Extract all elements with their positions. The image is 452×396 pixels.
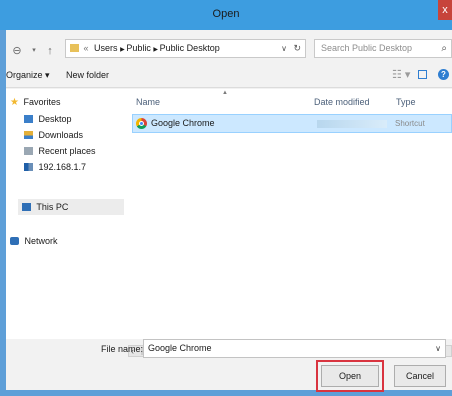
address-bar[interactable]: « Users ▶ Public ▶ Public Desktop ∨ ↻ bbox=[65, 39, 306, 58]
organize-button[interactable]: Organize ▾ bbox=[6, 70, 50, 81]
star-icon: ★ bbox=[10, 97, 19, 108]
navigation-pane: ★ Favorites Desktop Downloads Recent pla… bbox=[6, 89, 124, 339]
breadcrumb-public-desktop[interactable]: Public Desktop bbox=[160, 43, 220, 53]
new-folder-button[interactable]: New folder bbox=[66, 70, 109, 80]
command-toolbar: Organize ▾ New folder ☷ ▾ ? bbox=[6, 66, 452, 88]
file-name-input[interactable]: Google Chrome ∨ bbox=[143, 339, 446, 358]
sidebar-item-network-drive[interactable]: 192.168.1.7 bbox=[24, 162, 86, 172]
file-list: Name ▲ Date modified Type Google Chrome … bbox=[124, 89, 452, 339]
file-name: Google Chrome bbox=[151, 118, 215, 128]
search-icon[interactable]: ⌕ bbox=[441, 40, 447, 57]
column-header-type[interactable]: Type bbox=[396, 97, 416, 107]
column-header-date-modified[interactable]: Date modified bbox=[314, 97, 370, 107]
sidebar-item-label: Network bbox=[24, 236, 58, 246]
up-button[interactable]: ↑ bbox=[44, 43, 56, 59]
refresh-button[interactable]: ↻ bbox=[293, 40, 301, 57]
column-header-name[interactable]: Name bbox=[136, 97, 160, 107]
sidebar-item-label: Recent places bbox=[38, 146, 96, 156]
sidebar-item-label: Downloads bbox=[38, 130, 84, 140]
sidebar-item-network[interactable]: Network bbox=[10, 236, 58, 246]
view-options-icon[interactable]: ☷ ▾ bbox=[392, 68, 410, 81]
sidebar-item-recent-places[interactable]: Recent places bbox=[24, 146, 96, 156]
computer-icon bbox=[22, 203, 31, 211]
breadcrumb-overflow[interactable]: « bbox=[84, 43, 89, 53]
search-input[interactable]: Search Public Desktop ⌕ bbox=[314, 39, 452, 58]
address-dropdown-icon[interactable]: ∨ bbox=[281, 40, 287, 57]
forward-arrow-icon: ▾ bbox=[32, 47, 36, 54]
downloads-icon bbox=[24, 131, 33, 139]
file-name-label: File name: bbox=[101, 344, 144, 354]
dialog-body: ⊖ ▾ ↑ « Users ▶ Public ▶ Public Desktop … bbox=[6, 30, 452, 390]
folder-icon bbox=[70, 44, 79, 52]
sidebar-item-label: 192.168.1.7 bbox=[38, 162, 87, 172]
dialog-title: Open bbox=[212, 8, 240, 20]
open-button-highlight bbox=[316, 360, 384, 392]
network-drive-icon bbox=[24, 163, 33, 171]
recent-places-icon bbox=[24, 147, 33, 155]
network-icon bbox=[10, 237, 19, 245]
forward-button[interactable]: ▾ bbox=[28, 43, 40, 59]
help-icon[interactable]: ? bbox=[438, 69, 449, 80]
sidebar-item-downloads[interactable]: Downloads bbox=[24, 130, 83, 140]
desktop-icon bbox=[24, 115, 33, 123]
sidebar-item-desktop[interactable]: Desktop bbox=[24, 114, 72, 124]
back-button[interactable]: ⊖ bbox=[10, 43, 24, 59]
sidebar-item-favorites[interactable]: ★ Favorites bbox=[10, 97, 61, 108]
breadcrumb-users[interactable]: Users bbox=[94, 43, 118, 53]
sidebar-item-label: This PC bbox=[36, 202, 69, 212]
file-name-value: Google Chrome bbox=[148, 343, 212, 353]
sidebar-item-label: Desktop bbox=[38, 114, 72, 124]
sidebar-item-this-pc[interactable]: This PC bbox=[18, 199, 124, 215]
breadcrumb-public[interactable]: Public bbox=[126, 43, 151, 53]
search-placeholder: Search Public Desktop bbox=[321, 43, 413, 53]
file-row-google-chrome[interactable]: Google Chrome Shortcut bbox=[132, 114, 452, 133]
open-dialog: Open x ⊖ ▾ ↑ « Users ▶ Public ▶ Public D… bbox=[0, 0, 452, 396]
file-name-dropdown-icon[interactable]: ∨ bbox=[435, 340, 441, 357]
sort-ascending-icon: ▲ bbox=[222, 90, 228, 96]
cancel-button[interactable]: Cancel bbox=[394, 365, 446, 387]
file-date-modified-redacted bbox=[317, 120, 387, 128]
preview-pane-icon[interactable] bbox=[418, 70, 427, 79]
chrome-icon bbox=[136, 118, 147, 129]
file-type: Shortcut bbox=[395, 119, 425, 128]
title-bar[interactable]: Open x bbox=[0, 0, 452, 30]
sidebar-item-label: Favorites bbox=[23, 97, 61, 107]
close-button[interactable]: x bbox=[438, 0, 452, 20]
